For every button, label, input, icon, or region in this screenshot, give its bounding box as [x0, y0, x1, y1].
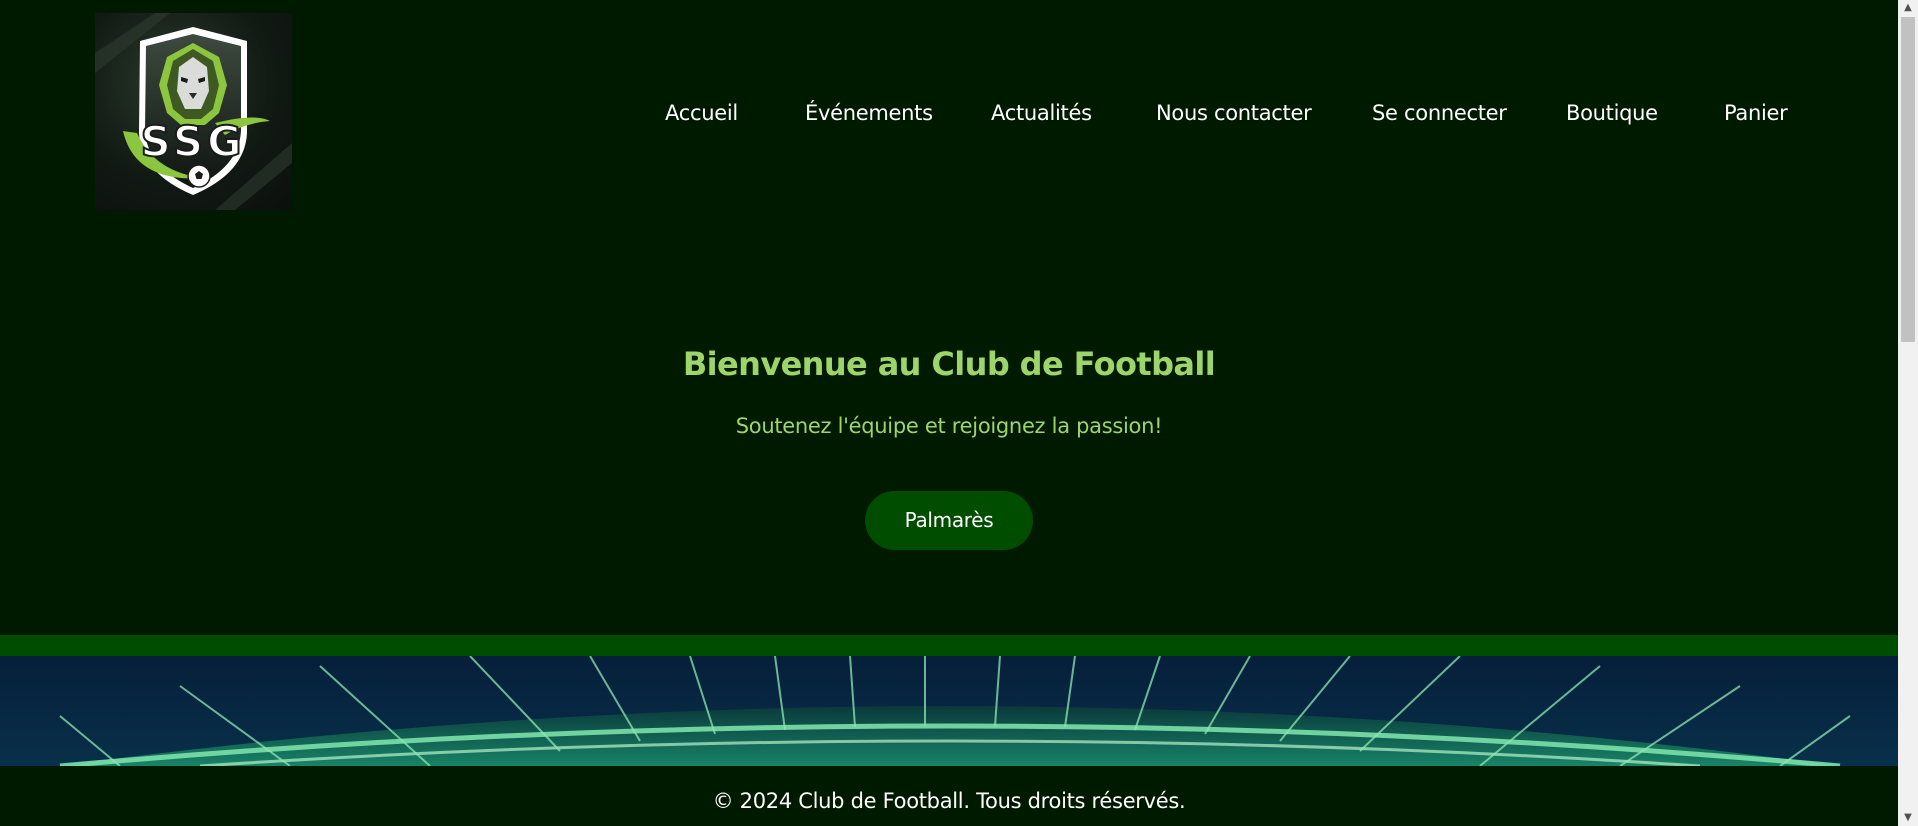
nav-item-panier[interactable]: Panier — [1724, 96, 1788, 130]
hero-title: Bienvenue au Club de Football — [682, 345, 1216, 383]
palmares-button[interactable]: Palmarès — [865, 491, 1033, 550]
divider-band — [0, 635, 1898, 656]
scroll-up-arrow-icon[interactable]: ▲ — [1898, 0, 1918, 16]
nav-item-boutique[interactable]: Boutique — [1566, 96, 1658, 130]
scrollbar-thumb[interactable] — [1901, 17, 1915, 342]
stadium-roof-illustration — [0, 656, 1898, 766]
page: SSG Accueil Événements Actualités Nous c… — [0, 0, 1898, 826]
hero-subtitle: Soutenez l'équipe et rejoignez la passio… — [735, 414, 1163, 438]
nav-item-evenements[interactable]: Événements — [805, 96, 933, 130]
scroll-down-arrow-icon[interactable]: ▼ — [1898, 810, 1918, 826]
site-footer: © 2024 Club de Football. Tous droits rés… — [0, 766, 1898, 826]
nav-item-actualites[interactable]: Actualités — [991, 96, 1092, 130]
vertical-scrollbar[interactable]: ▲ ▼ — [1898, 0, 1918, 826]
nav-item-nous-contacter[interactable]: Nous contacter — [1156, 96, 1312, 130]
site-header: SSG Accueil Événements Actualités Nous c… — [0, 0, 1898, 240]
main-nav: Accueil Événements Actualités Nous conta… — [0, 96, 1898, 130]
stadium-banner-image — [0, 656, 1898, 766]
nav-item-se-connecter[interactable]: Se connecter — [1372, 96, 1507, 130]
copyright-text: © 2024 Club de Football. Tous droits rés… — [712, 789, 1186, 813]
nav-item-accueil[interactable]: Accueil — [665, 96, 738, 130]
